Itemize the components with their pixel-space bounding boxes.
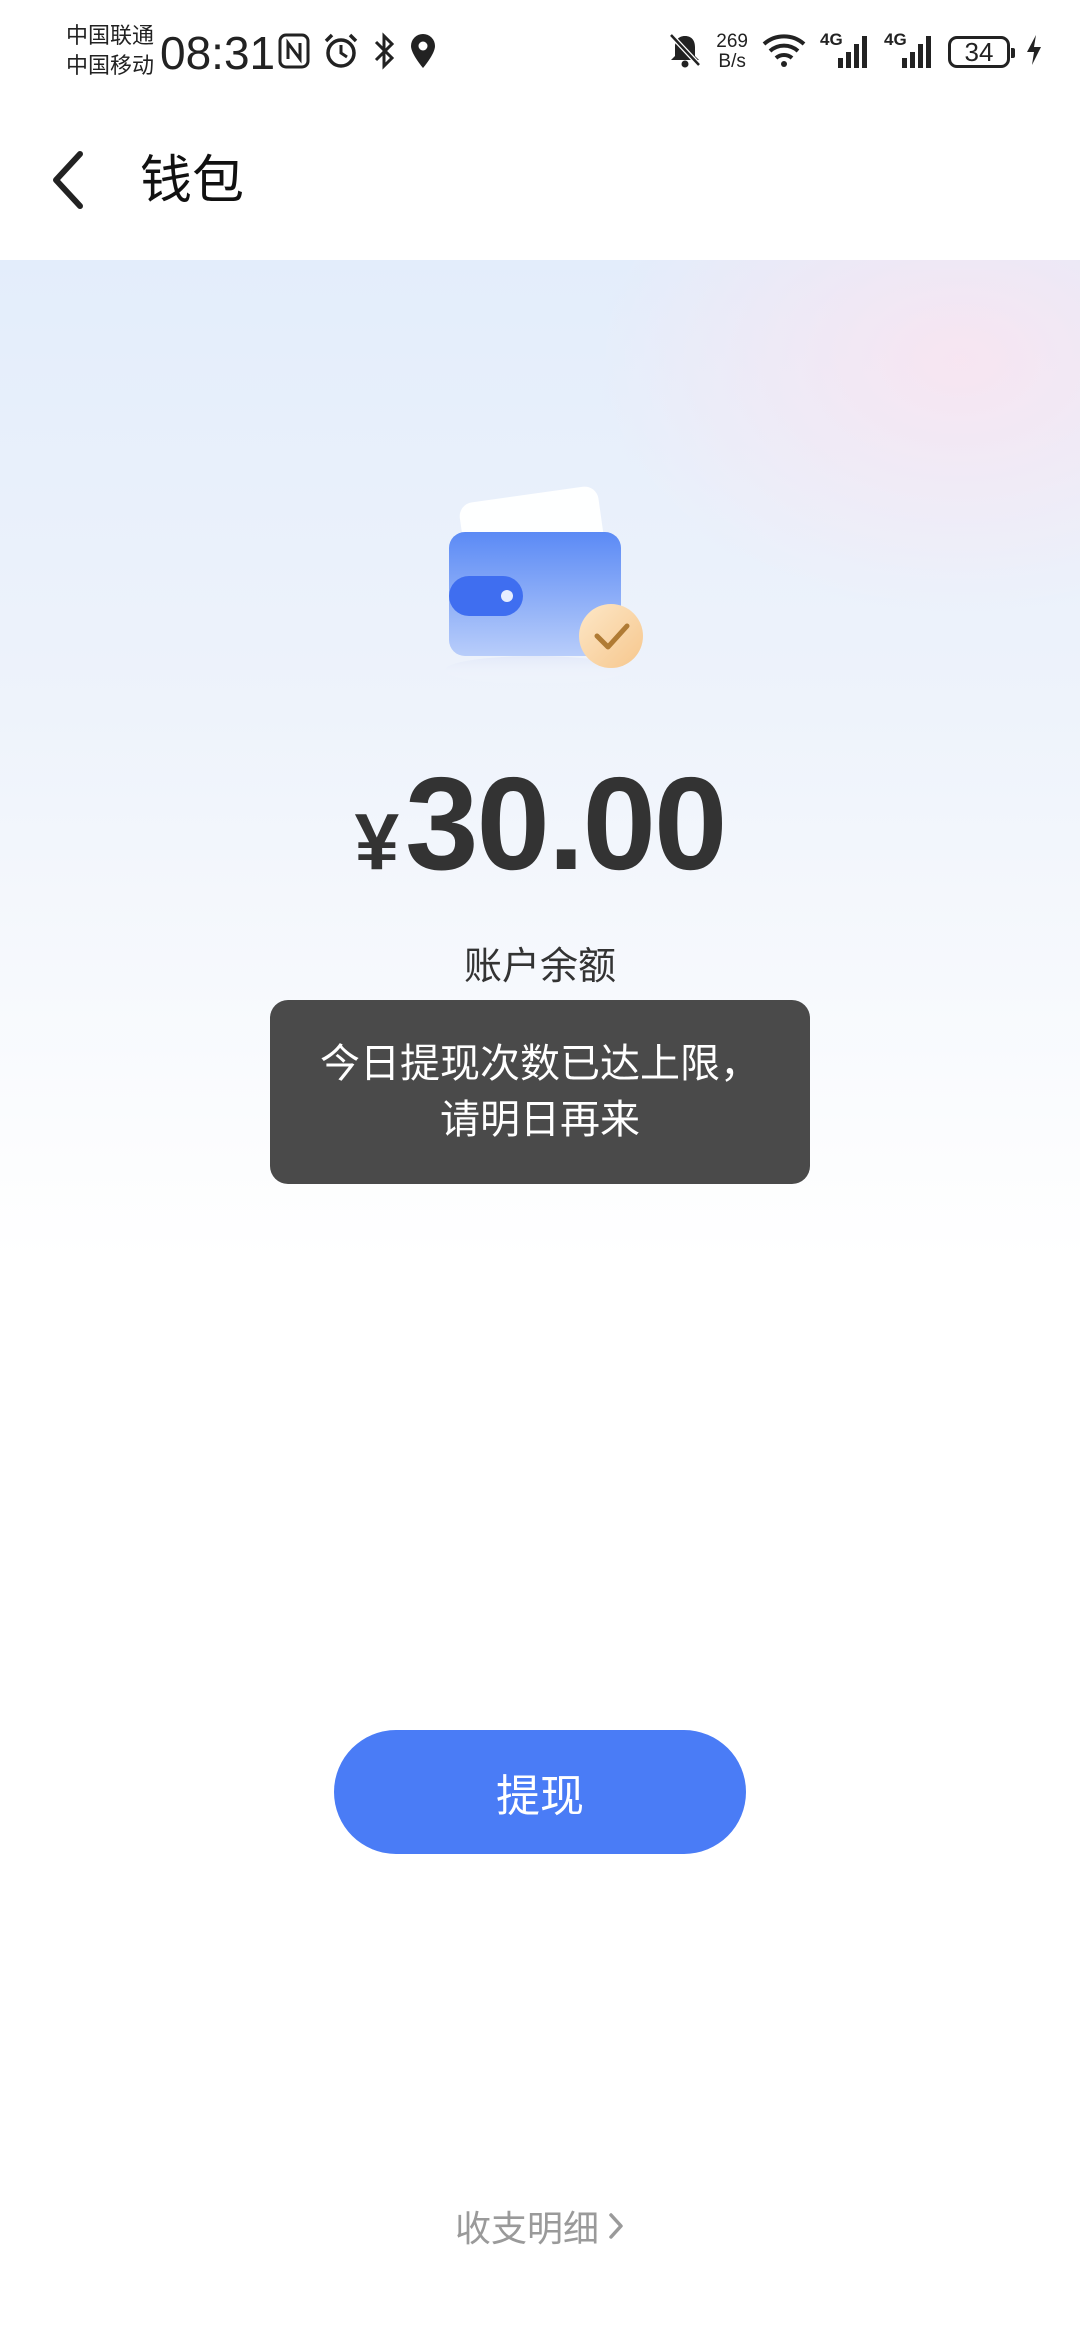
- status-time: 08:31: [160, 27, 276, 79]
- balance-label: 账户余额: [463, 944, 616, 988]
- status-icons-left: [278, 30, 438, 76]
- currency-symbol: ¥: [354, 797, 400, 886]
- transaction-details-label: 收支明细: [454, 2209, 599, 2250]
- nfc-icon: [278, 33, 310, 73]
- toast-message: 今日提现次数已达上限， 请明日再来: [270, 1000, 810, 1184]
- wallet-page: 中国联通 中国移动 08:31 269 B/s 4G 4G 34 钱包 ¥30.…: [0, 0, 1080, 2340]
- toast-line-1: 今日提现次数已达上限，: [320, 1041, 760, 1087]
- toast-line-2: 请明日再来: [440, 1097, 640, 1143]
- carrier-1: 中国联通: [66, 24, 155, 49]
- withdraw-button[interactable]: 提现: [334, 1730, 746, 1854]
- signal-icon-1: 4G: [820, 30, 870, 70]
- status-icons-right: 269 B/s 4G 4G 34: [668, 26, 1044, 78]
- net-speed-value: 269: [716, 31, 748, 52]
- net-speed: 269 B/s: [716, 32, 748, 72]
- status-bar: 中国联通 中国移动 08:31 269 B/s 4G 4G 34: [0, 0, 1080, 100]
- carrier-info: 中国联通 中国移动: [66, 22, 154, 82]
- bluetooth-icon: [372, 32, 396, 74]
- carrier-2: 中国移动: [66, 54, 155, 79]
- net-speed-unit: B/s: [718, 51, 746, 72]
- location-icon: [408, 32, 438, 74]
- balance-amount: ¥30.00: [0, 748, 1080, 899]
- back-button[interactable]: [28, 140, 108, 220]
- page-title: 钱包: [140, 151, 245, 211]
- charging-icon: [1024, 33, 1044, 71]
- signal-icon-2: 4G: [884, 30, 934, 70]
- battery-level: 34: [964, 36, 994, 67]
- app-header: 钱包: [0, 100, 1080, 260]
- alarm-icon: [322, 32, 360, 74]
- chevron-right-icon: [609, 2213, 623, 2239]
- wifi-icon: [762, 33, 806, 71]
- transaction-details-link[interactable]: 收支明细: [0, 2200, 1080, 2252]
- mute-bell-icon: [668, 32, 702, 72]
- wallet-icon: [435, 480, 655, 700]
- chevron-left-icon: [53, 151, 83, 209]
- battery-icon: 34: [948, 36, 1015, 68]
- balance-value: 30.00: [405, 750, 727, 897]
